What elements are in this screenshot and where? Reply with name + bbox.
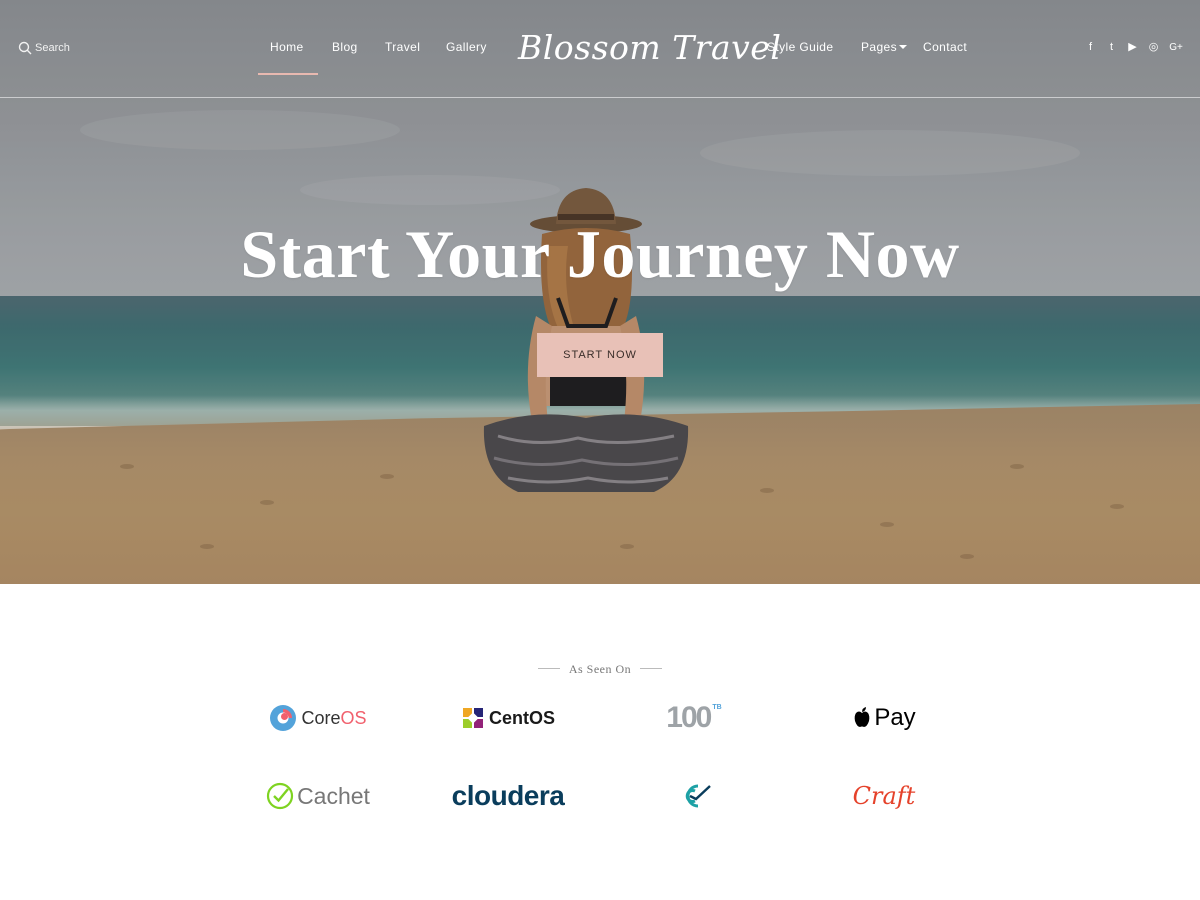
site-logo[interactable]: Blossom Travel [518,24,781,72]
coreos-text-os: OS [340,707,367,728]
divider-line [640,668,663,669]
100tb-text: 100 [666,701,712,734]
nav-item-travel[interactable]: Travel [385,40,420,54]
apple-pay-text: Pay [874,704,916,731]
c-swoosh-icon [685,784,711,808]
facebook-icon[interactable]: f [1084,41,1097,54]
brand-logo-c[interactable] [604,776,784,816]
site-header: Search Home Blog Travel Gallery Style Gu… [0,0,1200,98]
nav-item-pages[interactable]: Pages [861,40,908,54]
instagram-icon[interactable]: ◎ [1147,41,1160,54]
centos-text: CentOS [488,707,555,728]
checkmark-circle-icon [266,782,294,810]
divider-line [537,668,560,669]
social-links: f t ▶ ◎ G+ [1084,41,1184,54]
apple-icon [854,707,870,727]
search-icon [18,41,32,55]
brand-logo-cloudera[interactable]: cloudera [418,776,598,816]
100tb-superscript: TB [712,704,722,711]
nav-item-pages-label: Pages [861,40,898,54]
brand-logo-coreos[interactable]: Core OS [228,698,408,738]
nav-item-gallery[interactable]: Gallery [446,40,487,54]
brand-logo-100tb[interactable]: 100 TB [604,698,784,738]
brand-logo-centos[interactable]: CentOS [418,698,598,738]
youtube-icon[interactable]: ▶ [1126,41,1139,54]
start-now-button[interactable]: START NOW [537,333,663,377]
cachet-text: Cachet [297,782,370,809]
google-plus-icon[interactable]: G+ [1168,41,1184,54]
search-button[interactable]: Search [18,41,70,55]
hero-banner: Search Home Blog Travel Gallery Style Gu… [0,0,1200,584]
brand-logo-apple-pay[interactable]: Pay [794,698,974,738]
hero-title: Start Your Journey Now [240,216,960,292]
nav-active-indicator [258,73,318,75]
caret-down-icon [899,45,908,49]
nav-item-home[interactable]: Home [270,40,304,54]
nav-item-blog[interactable]: Blog [332,40,358,54]
search-label: Search [35,42,70,54]
coreos-text-core: Core [301,707,341,728]
twitter-icon[interactable]: t [1105,41,1118,54]
cloudera-text: cloudera [451,780,565,811]
craft-text: Craft [852,782,916,810]
coreos-icon [270,705,297,731]
brand-logo-cachet[interactable]: Cachet [228,776,408,816]
brand-logo-craft[interactable]: Craft [794,776,974,816]
nav-item-contact[interactable]: Contact [923,40,967,54]
centos-icon [462,708,483,728]
as-seen-on-heading: As Seen On [0,662,1200,677]
as-seen-on-label: As Seen On [568,662,632,676]
